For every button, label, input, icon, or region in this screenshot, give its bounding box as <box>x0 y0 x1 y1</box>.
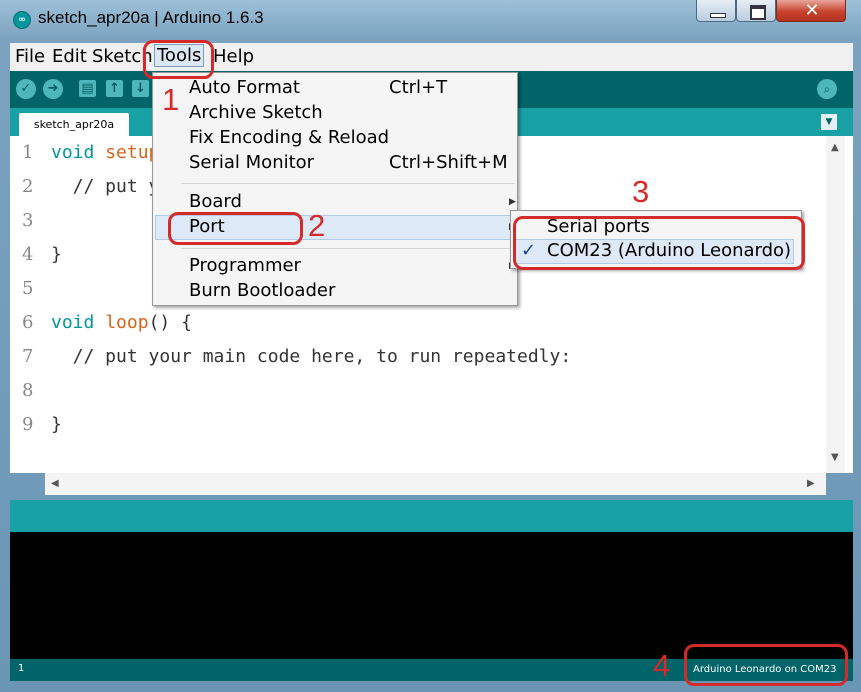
menu-separator <box>181 183 515 184</box>
menu-separator <box>181 248 515 249</box>
scroll-right-icon[interactable]: ▶ <box>807 478 815 489</box>
code-line: // put your main code here, to run repea… <box>51 346 572 367</box>
menu-item-fix-encoding[interactable]: Fix Encoding & Reload <box>189 127 389 148</box>
triangle-down-icon: ▼ <box>825 117 833 127</box>
minimize-button[interactable] <box>696 0 736 22</box>
menu-bar: File Edit Sketch Tools Help <box>10 43 853 72</box>
line-number: 2 <box>22 176 34 197</box>
code-line: // put y <box>51 176 160 197</box>
arrow-down-icon: ↓ <box>135 81 146 96</box>
status-line-number: 1 <box>18 663 25 674</box>
annotation-number: 1 <box>162 82 180 117</box>
code-line: } <box>51 244 62 265</box>
annotation-number: 4 <box>653 648 671 683</box>
arrow-up-icon: ↑ <box>109 81 120 96</box>
magnifier-icon: ⌕ <box>823 82 831 96</box>
line-number: 7 <box>22 346 34 367</box>
console-output <box>10 532 853 659</box>
annotation-box-com-port <box>513 216 805 270</box>
menu-item-board[interactable]: Board <box>189 191 242 212</box>
scroll-left-icon[interactable]: ◀ <box>51 478 59 489</box>
line-number: 5 <box>22 278 34 299</box>
scroll-up-icon[interactable]: ▲ <box>831 142 839 153</box>
tab-menu-button[interactable]: ▼ <box>821 114 837 130</box>
verify-button[interactable]: ✓ <box>16 79 36 99</box>
close-button[interactable]: ✕ <box>776 0 846 22</box>
annotation-box-tools <box>143 40 214 79</box>
menu-item-auto-format[interactable]: Auto Format <box>189 77 300 98</box>
minimize-icon <box>710 13 726 18</box>
line-number: 9 <box>22 414 34 435</box>
code-line: void setup <box>51 142 159 163</box>
line-number: 3 <box>22 210 34 231</box>
annotation-number: 2 <box>308 208 326 243</box>
maximize-button[interactable] <box>736 0 776 22</box>
line-number: 4 <box>22 244 34 265</box>
line-number: 6 <box>22 312 34 333</box>
arrow-right-icon: ➜ <box>47 81 59 96</box>
code-keyword: void <box>51 142 95 163</box>
tools-dropdown-menu: Auto Format Ctrl+T Archive Sketch Fix En… <box>152 72 518 306</box>
vertical-scrollbar[interactable]: ▲ ▼ <box>826 136 845 473</box>
menu-item-programmer[interactable]: Programmer <box>189 255 301 276</box>
new-file-icon: ▤ <box>81 81 94 96</box>
annotation-number: 3 <box>632 174 650 209</box>
upload-button[interactable]: ➜ <box>43 79 63 99</box>
arduino-app-icon: ∞ <box>13 11 31 29</box>
window-title: sketch_apr20a | Arduino 1.6.3 <box>38 8 264 27</box>
shortcut-auto-format: Ctrl+T <box>389 77 448 98</box>
annotation-box-port <box>168 212 303 245</box>
maximize-icon <box>750 5 766 20</box>
scroll-down-icon[interactable]: ▼ <box>831 452 839 463</box>
check-icon: ✓ <box>20 81 32 96</box>
open-button[interactable]: ↑ <box>106 80 123 97</box>
code-rest: () { <box>148 312 192 333</box>
menu-item-serial-monitor[interactable]: Serial Monitor <box>189 152 314 173</box>
new-button[interactable]: ▤ <box>79 80 96 97</box>
horizontal-scrollbar[interactable]: ◀ ▶ <box>45 473 826 495</box>
menu-file[interactable]: File <box>15 46 45 67</box>
title-bar[interactable]: ∞ sketch_apr20a | Arduino 1.6.3 ✕ <box>0 0 861 38</box>
shortcut-serial-monitor: Ctrl+Shift+M <box>389 152 508 173</box>
menu-item-archive-sketch[interactable]: Archive Sketch <box>189 102 323 123</box>
console-divider[interactable] <box>10 500 853 532</box>
annotation-box-status <box>684 644 848 686</box>
save-button[interactable]: ↓ <box>132 80 149 97</box>
line-number: 8 <box>22 380 34 401</box>
serial-monitor-button[interactable]: ⌕ <box>817 79 837 99</box>
menu-edit[interactable]: Edit <box>52 46 87 67</box>
code-function: loop <box>105 312 149 333</box>
code-line: void loop() { <box>51 312 192 333</box>
code-line: } <box>51 414 62 435</box>
line-number-gutter: 1 2 3 4 5 6 7 8 9 <box>10 136 45 473</box>
submenu-arrow-icon: ▶ <box>509 197 516 207</box>
line-number: 1 <box>22 142 34 163</box>
tab-sketch[interactable]: sketch_apr20a <box>19 113 129 136</box>
code-keyword: void <box>51 312 95 333</box>
menu-item-burn-bootloader[interactable]: Burn Bootloader <box>189 280 335 301</box>
close-icon: ✕ <box>804 0 820 21</box>
menu-help[interactable]: Help <box>213 46 254 67</box>
